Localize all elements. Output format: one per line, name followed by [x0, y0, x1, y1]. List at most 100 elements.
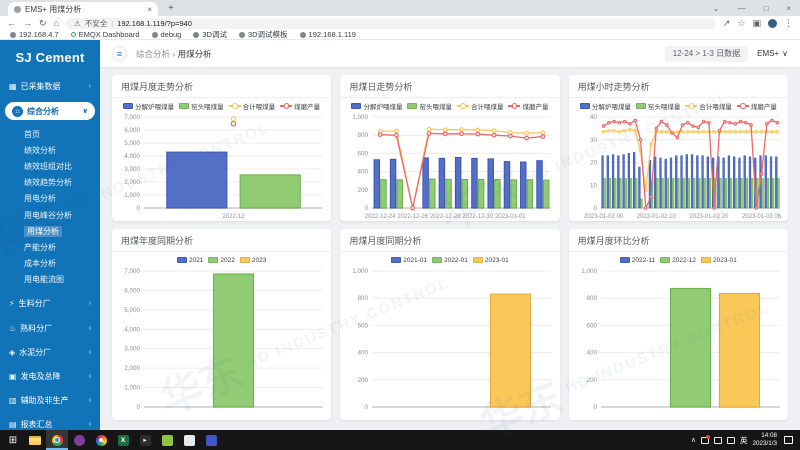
legend-item[interactable]: 2022-12 [660, 257, 696, 264]
tab-search-icon[interactable]: ⌄ [704, 4, 729, 13]
chart-canvas[interactable]: 01,0002,0003,0004,0005,0006,0007,000 [112, 265, 331, 420]
sidebar-item-绩效趋势分析[interactable]: 绩效趋势分析 [0, 175, 100, 191]
legend-item[interactable]: 合计喂煤量 [457, 101, 504, 111]
legend-item[interactable]: 窑头喂煤量 [179, 101, 224, 111]
sidebar-group-发电及总降[interactable]: ▣发电及总降› [0, 364, 100, 388]
chart-plot[interactable]: 02004006008001,000 [340, 265, 559, 420]
chart-plot[interactable]: 0102030402023-01-02 002023-01-02 102023-… [569, 111, 788, 221]
legend-item[interactable]: 分解炉喂煤量 [351, 101, 402, 111]
legend-swatch [473, 257, 483, 263]
minimize-button[interactable]: — [728, 4, 754, 13]
sidebar-item-绩效分析[interactable]: 绩效分析 [0, 142, 100, 158]
sidebar-item-用电能流图[interactable]: 用电能流图 [0, 272, 100, 288]
forward-icon[interactable]: → [23, 18, 32, 28]
sidebar-group-comprehensive-analysis[interactable]: ⌂ 综合分析 ∨ [5, 102, 95, 120]
terminal-icon[interactable]: ▸ [134, 430, 156, 450]
sidebar-group-报表汇总[interactable]: ▤报表汇总› [0, 413, 100, 430]
legend-item[interactable]: 分解炉喂煤量 [580, 101, 631, 111]
chart-plot[interactable]: 02004006008001,000 [569, 265, 788, 420]
not-secure-warning-icon[interactable]: ⚠ [74, 19, 81, 28]
action-center-icon[interactable] [784, 436, 793, 444]
hamburger-menu-icon[interactable]: ≡ [112, 46, 127, 61]
side-panel-icon[interactable]: ▣ [752, 18, 761, 29]
legend-item[interactable]: 2023-01 [701, 257, 737, 264]
new-tab-button[interactable]: + [168, 2, 174, 16]
app-icon-colorwheel-glyph [96, 435, 107, 446]
close-button[interactable]: × [777, 4, 800, 13]
bookmark-item[interactable]: EMQX Dashboard [71, 30, 140, 39]
legend-item[interactable]: 合计喂煤量 [685, 101, 732, 111]
svg-text:2,000: 2,000 [124, 179, 140, 186]
sound-icon[interactable] [727, 437, 735, 444]
tray-app-icon[interactable] [701, 437, 709, 444]
browser-tab[interactable]: EMS+ 用煤分析 × [8, 2, 158, 16]
legend-item[interactable]: 煤磨产量 [737, 101, 777, 111]
app-icon-colorwheel[interactable] [90, 430, 112, 450]
chart-plot[interactable]: 02004006008001,0002022-12-242022-12-2620… [340, 111, 559, 221]
chart-canvas[interactable]: 0102030402023-01-02 002023-01-02 102023-… [569, 111, 788, 221]
sidebar-item-产能分析[interactable]: 产能分析 [0, 239, 100, 255]
chrome-icon[interactable] [46, 430, 68, 450]
legend-label: 煤磨产量 [522, 101, 548, 111]
app-icon-blue[interactable] [200, 430, 222, 450]
sidebar-group-水泥分厂[interactable]: ◈水泥分厂› [0, 340, 100, 364]
legend-item[interactable]: 2023-01 [473, 257, 509, 264]
url-input[interactable]: ⚠ 不安全 | 192.168.1.119/?p=940 [66, 18, 716, 29]
legend-item[interactable]: 2022-11 [620, 257, 655, 264]
chart-canvas[interactable]: 02004006008001,000 [569, 265, 788, 420]
legend-item[interactable]: 2021-01 [391, 257, 427, 264]
back-icon[interactable]: ← [7, 18, 16, 28]
share-icon[interactable]: ↗ [723, 18, 731, 29]
sidebar-group-生料分厂[interactable]: ⚡生料分厂› [0, 292, 100, 316]
legend-item[interactable]: 窑头喂煤量 [407, 101, 452, 111]
sidebar-item-首页[interactable]: 首页 [0, 126, 100, 142]
app-icon-light[interactable] [178, 430, 200, 450]
profile-avatar[interactable] [768, 19, 777, 28]
chart-canvas[interactable]: 02004006008001,000 [340, 265, 559, 420]
bookmark-item[interactable]: debug [152, 30, 182, 39]
tray-expand-icon[interactable]: ∧ [691, 436, 696, 444]
sidebar-group-辅助及非生产[interactable]: ▥辅助及非生产› [0, 389, 100, 413]
taskbar-clock[interactable]: 14:08 2023/1/3 [752, 432, 777, 449]
legend-item[interactable]: 分解炉喂煤量 [123, 101, 174, 111]
sidebar-item-用电分析[interactable]: 用电分析 [0, 191, 100, 207]
breadcrumb-parent[interactable]: 综合分析 [136, 49, 170, 59]
chart-canvas[interactable]: 02004006008001,0002022-12-242022-12-2620… [340, 111, 559, 221]
sidebar-item-绩效班组对比[interactable]: 绩效班组对比 [0, 158, 100, 174]
legend-item[interactable]: 2022 [208, 257, 234, 264]
monitor-icon[interactable] [714, 437, 722, 444]
sidebar-item-collected-data[interactable]: ▦ 已采集数据 › [0, 74, 100, 100]
bookmark-item[interactable]: 192.168.4.7 [10, 30, 59, 39]
legend-item[interactable]: 煤磨产量 [280, 101, 320, 111]
bookmark-star-icon[interactable]: ☆ [737, 18, 745, 29]
maximize-button[interactable]: □ [754, 4, 777, 13]
file-explorer-icon[interactable] [24, 430, 46, 450]
reload-icon[interactable]: ↻ [39, 18, 47, 29]
tab-close-icon[interactable]: × [147, 5, 152, 14]
bookmark-item[interactable]: 192.168.1.119 [300, 30, 356, 39]
sidebar-item-成本分析[interactable]: 成本分析 [0, 256, 100, 272]
bookmark-item[interactable]: 3D调试 [193, 29, 227, 40]
chart-plot[interactable]: 01,0002,0003,0004,0005,0006,0007,0002022… [112, 111, 331, 221]
date-range-selector[interactable]: 12-24 > 1-3 日数据 [665, 46, 748, 62]
chart-canvas[interactable]: 01,0002,0003,0004,0005,0006,0007,0002022… [112, 111, 331, 221]
home-icon[interactable]: ⌂ [54, 18, 59, 28]
legend-item[interactable]: 煤磨产量 [508, 101, 548, 111]
chart-plot[interactable]: 01,0002,0003,0004,0005,0006,0007,000 [112, 265, 331, 420]
ime-indicator[interactable]: 英 [740, 435, 748, 446]
legend-item[interactable]: 2022-01 [432, 257, 468, 264]
sidebar-item-用煤分析[interactable]: 用煤分析 [0, 223, 100, 239]
excel-icon[interactable]: X [112, 430, 134, 450]
user-menu[interactable]: EMS+ ∨ [757, 49, 788, 58]
legend-item[interactable]: 合计喂煤量 [229, 101, 276, 111]
legend-item[interactable]: 2021 [177, 257, 203, 264]
start-button[interactable]: ⊞ [2, 430, 24, 450]
sidebar-item-用电峰谷分析[interactable]: 用电峰谷分析 [0, 207, 100, 223]
app-icon-purple[interactable] [68, 430, 90, 450]
notepadpp-icon[interactable] [156, 430, 178, 450]
bookmark-item[interactable]: 3D调试模板 [239, 29, 288, 40]
legend-item[interactable]: 2023 [240, 257, 266, 264]
sidebar-group-熟料分厂[interactable]: ♨熟料分厂› [0, 316, 100, 340]
browser-menu-icon[interactable]: ⋮ [784, 18, 793, 29]
legend-item[interactable]: 窑头喂煤量 [636, 101, 681, 111]
